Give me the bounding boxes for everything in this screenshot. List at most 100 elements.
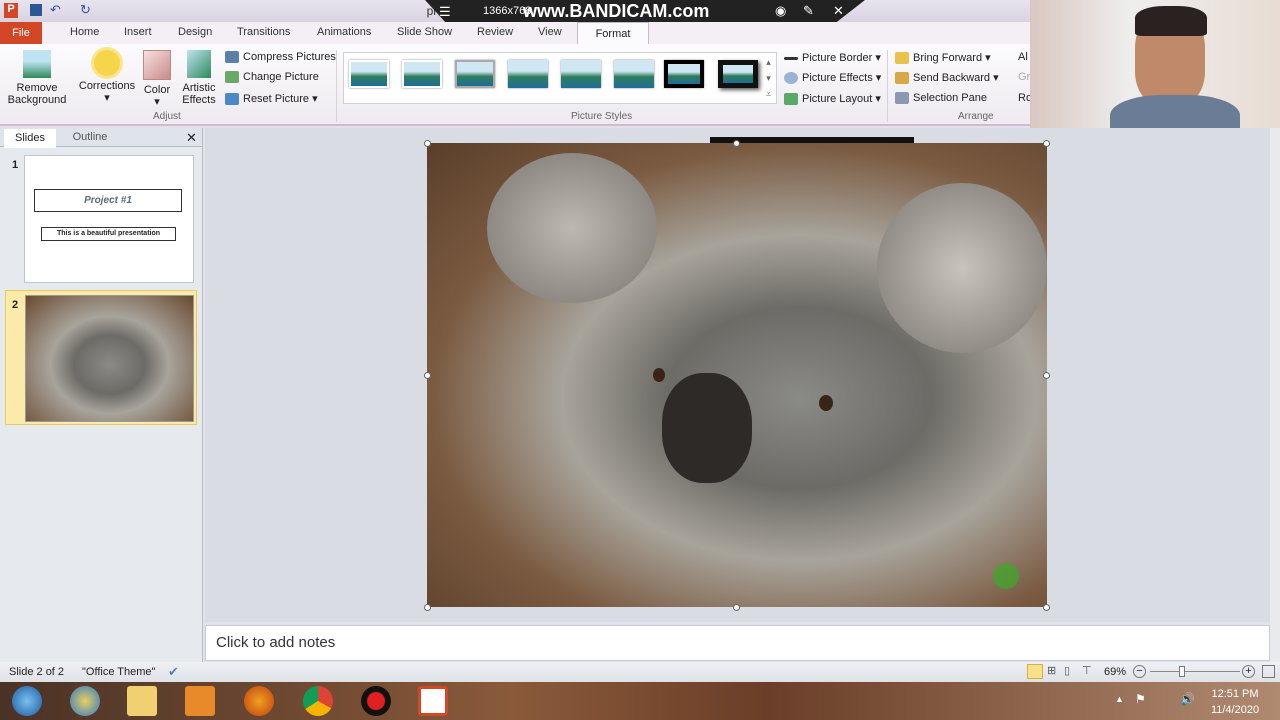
volume-icon[interactable]: 🔊 <box>1180 692 1195 706</box>
close-panel-icon[interactable]: ✕ <box>186 130 197 146</box>
color-icon <box>143 50 171 80</box>
start-button[interactable] <box>12 686 42 716</box>
corrections-button[interactable]: Corrections ▾ <box>78 50 136 104</box>
label: Gr <box>1018 71 1031 83</box>
powerpoint-taskbar-icon[interactable] <box>418 686 448 716</box>
label: Reset Picture <box>243 93 310 105</box>
koala-thumbnail <box>25 295 194 422</box>
group-button[interactable]: Gr <box>1004 71 1030 83</box>
group-label-picture-styles: Picture Styles <box>571 111 633 122</box>
remove-background-button[interactable]: Remove Background <box>4 50 70 106</box>
zoom-slider[interactable] <box>1150 671 1240 672</box>
thumb-subtitle: This is a beautiful presentation <box>41 227 176 241</box>
layout-icon <box>784 93 798 106</box>
tab-transitions[interactable]: Transitions <box>237 26 290 38</box>
tab-slides[interactable]: Slides <box>4 129 56 148</box>
pencil-icon: ✎ <box>803 3 814 18</box>
bring-forward-button[interactable]: Bring Forward ▾ <box>895 51 991 65</box>
zoom-slider-thumb[interactable] <box>1178 666 1185 677</box>
show-hidden-icons[interactable]: ▲ <box>1115 694 1124 704</box>
label: Send Backward <box>913 72 991 84</box>
resize-handle[interactable] <box>1043 604 1050 611</box>
compress-icon <box>225 51 239 64</box>
reading-view-icon[interactable]: ▯ <box>1064 664 1070 677</box>
resize-handle[interactable] <box>424 604 431 611</box>
koala-picture[interactable] <box>427 143 1047 607</box>
resize-handle[interactable] <box>424 140 431 147</box>
slide-thumbnail-2-selected[interactable]: 2 <box>5 290 197 425</box>
notes-pane[interactable]: Click to add notes <box>205 625 1270 661</box>
rotate-button[interactable]: Ro <box>1004 92 1032 104</box>
label: Effects <box>182 94 216 106</box>
picture-style-7[interactable] <box>664 60 704 88</box>
picture-style-6[interactable] <box>614 60 654 88</box>
koala-eye <box>653 368 665 382</box>
slideshow-view-icon[interactable]: ⊤ <box>1082 664 1092 677</box>
picture-style-5[interactable] <box>561 60 601 88</box>
tab-file[interactable]: File <box>0 22 42 44</box>
bandicam-icon[interactable] <box>361 686 391 716</box>
compress-pictures-button[interactable]: Compress Pictures <box>225 51 336 64</box>
resize-handle[interactable] <box>1043 372 1050 379</box>
resize-handle[interactable] <box>424 372 431 379</box>
clock-date[interactable]: 11/4/2020 <box>1208 704 1262 716</box>
theme-name[interactable]: "Office Theme" <box>82 666 155 678</box>
tab-insert[interactable]: Insert <box>124 26 152 38</box>
spell-check-icon[interactable]: ✔ <box>168 664 179 680</box>
resize-handle[interactable] <box>733 604 740 611</box>
picture-style-4[interactable] <box>508 60 548 88</box>
tab-review[interactable]: Review <box>477 26 513 38</box>
sorter-view-icon[interactable]: ⊞ <box>1047 664 1056 677</box>
picture-layout-button[interactable]: Picture Layout ▾ <box>784 92 881 106</box>
tab-home[interactable]: Home <box>70 26 99 38</box>
picture-border-button[interactable]: Picture Border ▾ <box>784 51 881 64</box>
chrome-icon[interactable] <box>303 686 333 716</box>
tab-slide-show[interactable]: Slide Show <box>397 26 452 38</box>
tab-outline[interactable]: Outline <box>60 131 120 143</box>
label: Corrections <box>78 80 136 92</box>
koala-eye <box>819 395 833 411</box>
zoom-level[interactable]: 69% <box>1104 666 1126 678</box>
picture-effects-button[interactable]: Picture Effects ▾ <box>784 71 881 85</box>
send-backward-button[interactable]: Send Backward ▾ <box>895 71 999 85</box>
picture-style-1[interactable] <box>349 60 389 88</box>
reset-picture-button[interactable]: Reset Picture ▾ <box>225 92 318 106</box>
media-player-icon[interactable] <box>185 686 215 716</box>
close-icon: ✕ <box>833 3 844 18</box>
label: Al <box>1018 51 1028 63</box>
group-label-arrange: Arrange <box>958 111 994 122</box>
selection-pane-button[interactable]: Selection Pane <box>895 92 987 105</box>
tab-animations[interactable]: Animations <box>317 26 371 38</box>
zoom-out-icon[interactable]: − <box>1133 665 1146 678</box>
label: Picture Effects <box>802 72 873 84</box>
artistic-effects-icon <box>187 50 211 78</box>
zoom-in-icon[interactable]: + <box>1242 665 1255 678</box>
change-picture-button[interactable]: Change Picture <box>225 71 319 84</box>
artistic-effects-button[interactable]: Artistic Effects <box>176 50 222 106</box>
vertical-scrollbar[interactable] <box>1270 128 1280 662</box>
normal-view-icon[interactable] <box>1027 664 1043 679</box>
bring-forward-icon <box>895 52 909 65</box>
picture-style-8[interactable] <box>718 60 758 88</box>
resize-handle[interactable] <box>733 140 740 147</box>
fit-to-window-icon[interactable] <box>1262 665 1275 678</box>
picture-style-2[interactable] <box>402 60 442 88</box>
color-button[interactable]: Color ▾ <box>140 50 174 108</box>
firefox-icon[interactable] <box>244 686 274 716</box>
resize-handle[interactable] <box>1043 140 1050 147</box>
internet-explorer-icon[interactable] <box>70 686 100 716</box>
tab-view[interactable]: View <box>538 26 562 38</box>
clock-time[interactable]: 12:51 PM <box>1210 688 1260 700</box>
gallery-scroll[interactable]: ▴ ▾ ⩡ <box>766 54 771 102</box>
koala-ear <box>487 153 657 303</box>
align-button[interactable]: Al <box>1004 51 1028 63</box>
file-explorer-icon[interactable] <box>127 686 157 716</box>
tab-format[interactable]: Format <box>577 22 649 45</box>
label: Compress Pictures <box>243 51 336 63</box>
action-center-flag-icon[interactable]: ⚑ <box>1135 692 1146 706</box>
label: Color <box>143 84 171 96</box>
tab-design[interactable]: Design <box>178 26 212 38</box>
slide-thumbnail-1[interactable]: Project #1 This is a beautiful presentat… <box>24 155 194 283</box>
picture-style-3[interactable] <box>455 60 495 88</box>
label: Remove <box>16 82 58 94</box>
